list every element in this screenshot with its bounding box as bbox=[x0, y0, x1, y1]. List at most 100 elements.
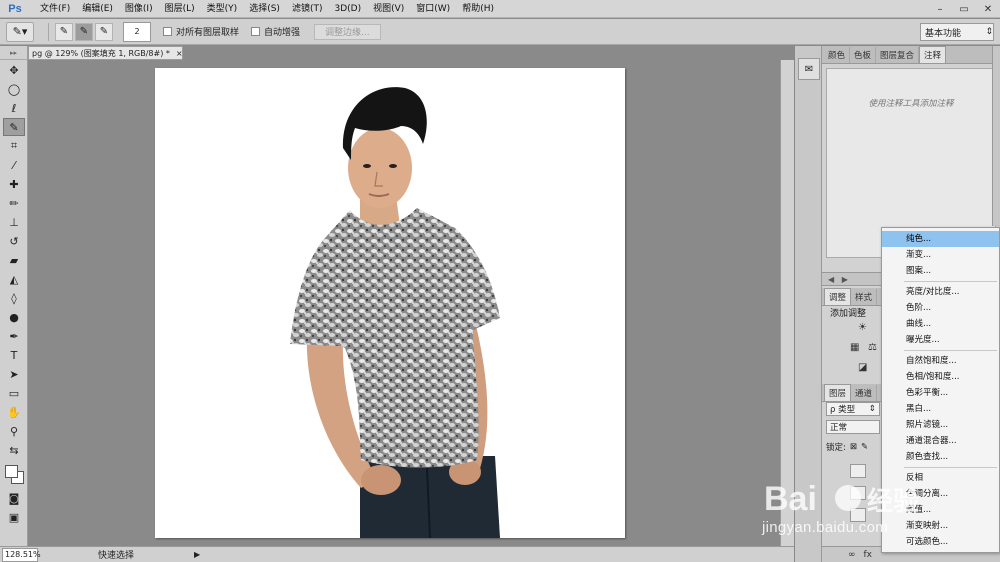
brush-tool-icon[interactable]: ✏ bbox=[3, 194, 25, 212]
layer-thumbnail[interactable] bbox=[850, 464, 866, 478]
eyedropper-tool-icon[interactable]: ⁄ bbox=[3, 156, 25, 174]
quick-mask-icon[interactable]: ◙ bbox=[3, 489, 25, 507]
menu-type[interactable]: 类型(Y) bbox=[201, 0, 244, 18]
add-to-selection-button[interactable]: ✎ bbox=[75, 22, 93, 41]
paint-bucket-tool-icon[interactable]: ◭ bbox=[3, 270, 25, 288]
restore-button[interactable]: ▭ bbox=[952, 4, 976, 15]
type-tool-icon[interactable]: T bbox=[3, 346, 25, 364]
subtract-from-selection-button[interactable]: ✎ bbox=[95, 22, 113, 41]
tab-channels[interactable]: 通道 bbox=[851, 385, 878, 401]
panel-grip[interactable]: ▸▸ bbox=[0, 46, 27, 60]
menu-edit[interactable]: 编辑(E) bbox=[76, 0, 119, 18]
panel-scrollbar[interactable] bbox=[992, 46, 1000, 226]
tab-layers[interactable]: 图层 bbox=[824, 384, 852, 401]
menu-item-color-lookup[interactable]: 颜色查找... bbox=[882, 449, 999, 465]
quick-select-tool-icon[interactable]: ✎ bbox=[3, 118, 25, 136]
menu-filter[interactable]: 滤镜(T) bbox=[286, 0, 329, 18]
tab-adjustments[interactable]: 调整 bbox=[824, 288, 852, 305]
brightness-icon[interactable]: ☀ bbox=[858, 322, 867, 333]
menu-layer[interactable]: 图层(L) bbox=[159, 0, 201, 18]
previous-note-icon[interactable]: ◀ bbox=[828, 275, 834, 284]
menu-item-gradient-map[interactable]: 渐变映射... bbox=[882, 518, 999, 534]
menu-item-threshold[interactable]: 阈值... bbox=[882, 502, 999, 518]
zoom-level-input[interactable]: 128.51% bbox=[2, 547, 41, 562]
status-menu-arrow-icon[interactable]: ▶ bbox=[194, 550, 200, 559]
menu-file[interactable]: 文件(F) bbox=[34, 0, 76, 18]
menu-item-invert[interactable]: 反相 bbox=[882, 470, 999, 486]
vertical-scrollbar[interactable] bbox=[780, 60, 794, 546]
brush-size-picker[interactable]: 2 bbox=[123, 21, 151, 42]
new-selection-button[interactable]: ✎ bbox=[55, 22, 73, 41]
sample-all-layers-checkbox[interactable] bbox=[163, 27, 172, 36]
menu-item-brightness-contrast[interactable]: 亮度/对比度... bbox=[882, 284, 999, 300]
screen-mode-icon[interactable]: ▣ bbox=[3, 508, 25, 526]
tool-preset-picker[interactable]: ✎▾ bbox=[6, 21, 34, 42]
menu-window[interactable]: 窗口(W) bbox=[410, 0, 456, 18]
menu-image[interactable]: 图像(I) bbox=[119, 0, 159, 18]
menu-item-gradient[interactable]: 渐变... bbox=[882, 247, 999, 263]
menu-item-posterize[interactable]: 色调分离... bbox=[882, 486, 999, 502]
menu-item-hue-saturation[interactable]: 色相/饱和度... bbox=[882, 369, 999, 385]
photo-filter-icon[interactable]: ◪ bbox=[858, 362, 867, 373]
minimize-button[interactable]: – bbox=[928, 4, 952, 15]
auto-enhance-checkbox[interactable] bbox=[251, 27, 261, 36]
blend-mode-select[interactable]: 正常 bbox=[826, 420, 880, 434]
tab-swatches[interactable]: 色板 bbox=[850, 47, 877, 63]
tab-color[interactable]: 颜色 bbox=[824, 47, 851, 63]
pen-tool-icon[interactable]: ✒ bbox=[3, 327, 25, 345]
close-icon[interactable]: × bbox=[176, 49, 182, 58]
menu-item-pattern[interactable]: 图案... bbox=[882, 263, 999, 279]
dodge-tool-icon[interactable]: ● bbox=[3, 308, 25, 326]
foreground-color-swatch[interactable] bbox=[5, 465, 18, 478]
layer-filter-select[interactable]: ρ 类型 ⇕ bbox=[826, 402, 880, 416]
menu-item-levels[interactable]: 色阶... bbox=[882, 300, 999, 316]
balance-icon[interactable]: ⚖ bbox=[868, 342, 877, 353]
menu-item-color-balance[interactable]: 色彩平衡... bbox=[882, 385, 999, 401]
layer-style-icon[interactable]: fx bbox=[864, 550, 873, 560]
menu-view[interactable]: 视图(V) bbox=[367, 0, 410, 18]
clone-stamp-tool-icon[interactable]: ⊥ bbox=[3, 213, 25, 231]
notes-panel-icon[interactable]: ✉ bbox=[798, 58, 820, 80]
rectangle-tool-icon[interactable]: ▭ bbox=[3, 384, 25, 402]
lock-pixels-icon[interactable]: ✎ bbox=[861, 442, 868, 452]
menu-item-solid-color[interactable]: 纯色... bbox=[882, 231, 999, 247]
brush-plus-icon: ✎ bbox=[79, 26, 89, 37]
move-tool-icon[interactable]: ✥ bbox=[3, 61, 25, 79]
lock-transparent-icon[interactable]: ⊠ bbox=[850, 442, 857, 452]
menu-item-photo-filter[interactable]: 照片滤镜... bbox=[882, 417, 999, 433]
menu-3d[interactable]: 3D(D) bbox=[328, 0, 367, 18]
color-swatches[interactable] bbox=[3, 463, 25, 485]
hand-tool-icon[interactable]: ✋ bbox=[3, 403, 25, 421]
workspace-select[interactable]: 基本功能 ⇕ bbox=[920, 23, 994, 41]
tab-styles[interactable]: 样式 bbox=[851, 289, 878, 305]
lasso-tool-icon[interactable]: ℓ bbox=[3, 99, 25, 117]
vibrance-icon[interactable]: ▦ bbox=[850, 342, 859, 353]
menu-select[interactable]: 选择(S) bbox=[243, 0, 286, 18]
crop-tool-icon[interactable]: ⌗ bbox=[3, 137, 25, 155]
path-selection-tool-icon[interactable]: ➤ bbox=[3, 365, 25, 383]
tab-notes[interactable]: 注释 bbox=[919, 46, 947, 63]
healing-brush-tool-icon[interactable]: ✚ bbox=[3, 175, 25, 193]
tab-layer-comps[interactable]: 图层复合 bbox=[876, 47, 920, 63]
document-canvas[interactable] bbox=[155, 68, 625, 538]
menu-item-selective-color[interactable]: 可选颜色... bbox=[882, 534, 999, 550]
zoom-tool-icon[interactable]: ⚲ bbox=[3, 422, 25, 440]
refine-edge-button[interactable]: 调整边缘... bbox=[314, 23, 381, 40]
blur-tool-icon[interactable]: ◊ bbox=[3, 289, 25, 307]
swap-colors-icon[interactable]: ⇆ bbox=[3, 441, 25, 459]
link-layers-icon[interactable]: ∞ bbox=[848, 550, 856, 560]
marquee-tool-icon[interactable]: ◯ bbox=[3, 80, 25, 98]
menu-item-curves[interactable]: 曲线... bbox=[882, 316, 999, 332]
history-brush-tool-icon[interactable]: ↺ bbox=[3, 232, 25, 250]
layer-thumbnail[interactable] bbox=[850, 486, 866, 500]
sample-all-layers-label: 对所有图层取样 bbox=[176, 28, 240, 38]
menu-item-exposure[interactable]: 曝光度... bbox=[882, 332, 999, 348]
menu-help[interactable]: 帮助(H) bbox=[456, 0, 500, 18]
menu-item-black-white[interactable]: 黑白... bbox=[882, 401, 999, 417]
document-tab[interactable]: pg @ 129% (图案填充 1, RGB/8#) * × bbox=[28, 46, 183, 60]
menu-item-vibrance[interactable]: 自然饱和度... bbox=[882, 353, 999, 369]
next-note-icon[interactable]: ▶ bbox=[842, 275, 848, 284]
eraser-tool-icon[interactable]: ▰ bbox=[3, 251, 25, 269]
menu-item-channel-mixer[interactable]: 通道混合器... bbox=[882, 433, 999, 449]
close-button[interactable]: ✕ bbox=[976, 4, 1000, 15]
